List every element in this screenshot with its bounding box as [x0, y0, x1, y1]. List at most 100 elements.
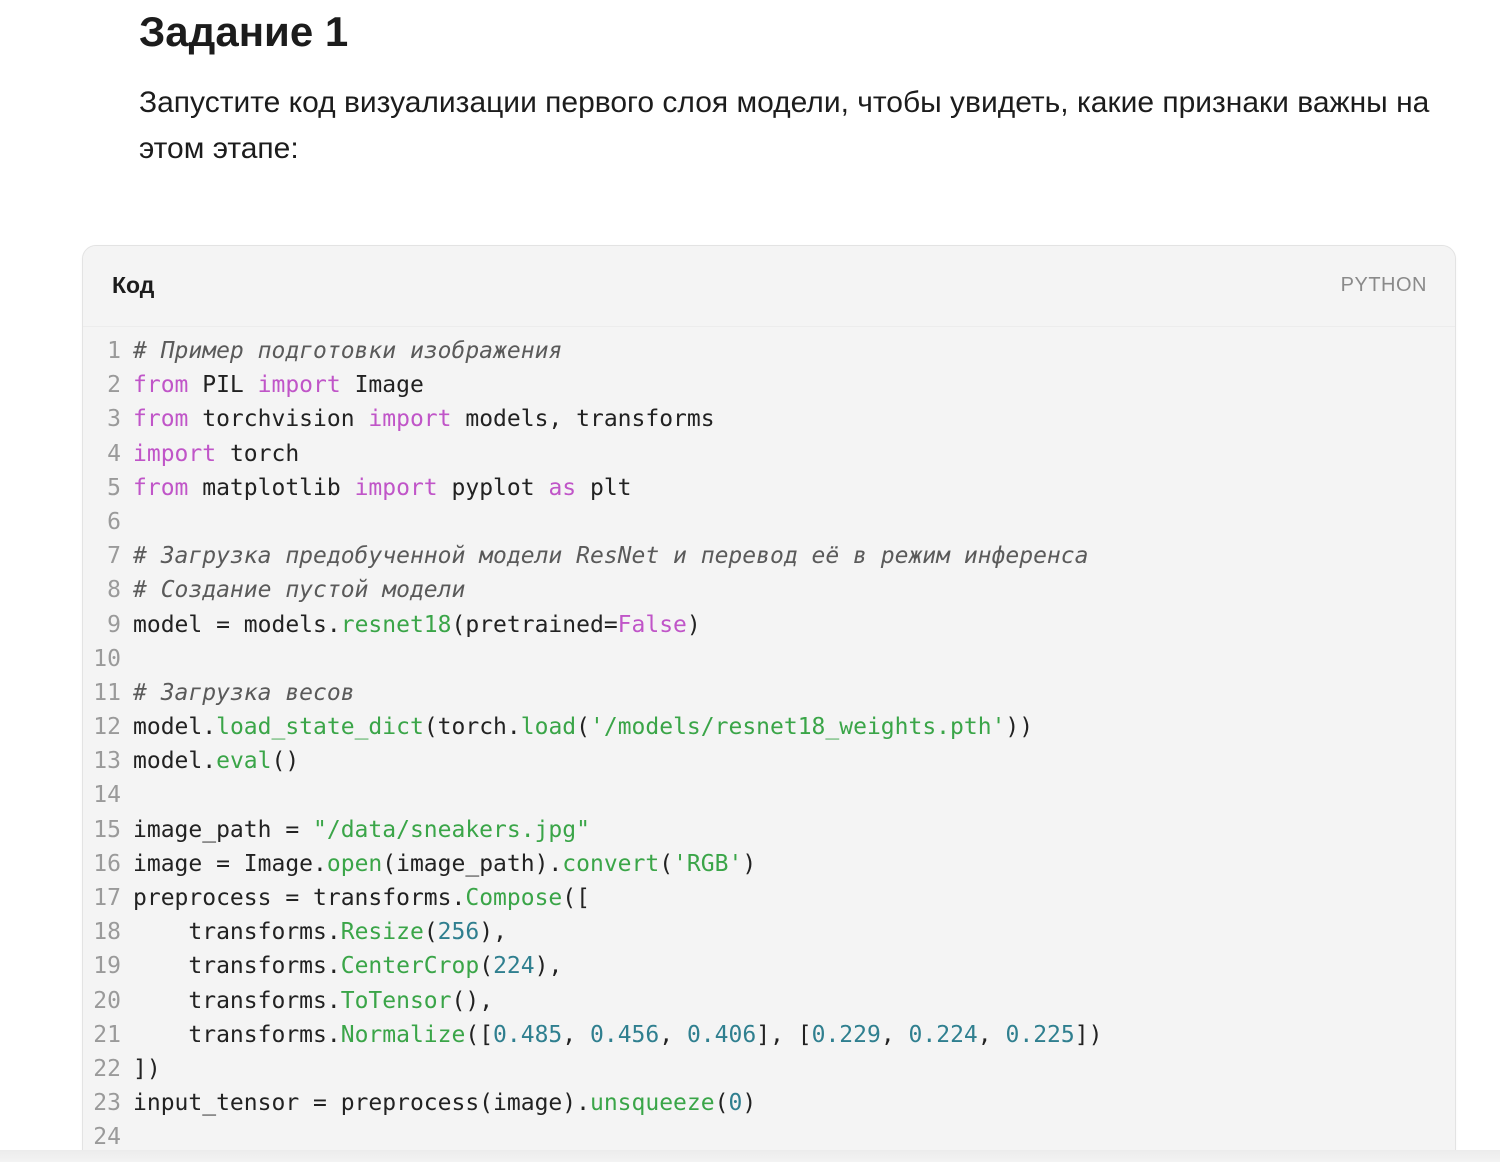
code-body[interactable]: 1 # Пример подготовки изображения 2 from PI…	[83, 334, 1455, 1155]
code-text: # Загрузка весов	[133, 676, 355, 710]
lesson-page: Задание 1 Запустите код визуализации пер…	[0, 0, 1500, 1162]
line-number: 18	[93, 919, 121, 946]
code-token-func: Resize	[340, 919, 424, 946]
code-token-plain: matplotlib	[188, 474, 355, 501]
code-token-plain: ,	[880, 1021, 909, 1048]
code-token-keyword: from	[133, 474, 189, 501]
code-token-plain: transforms.	[133, 987, 341, 1014]
code-token-keyword: False	[617, 611, 687, 638]
line-number: 8	[107, 577, 121, 604]
code-text: model = models.resnet18(pretrained=False…	[133, 608, 701, 642]
code-token-plain: (	[576, 714, 590, 741]
code-line: 4 import torch	[83, 437, 1455, 471]
line-number: 9	[107, 611, 121, 638]
code-token-func: Compose	[465, 885, 563, 911]
code-token-plain: ()	[271, 748, 300, 775]
code-text: model.eval()	[133, 744, 299, 778]
code-text: import torch	[133, 437, 299, 471]
code-token-plain: (	[714, 1090, 729, 1117]
line-number: 14	[93, 782, 121, 809]
code-token-plain: (),	[451, 987, 494, 1014]
line-number: 23	[93, 1090, 121, 1117]
code-language-label: PYTHON	[1340, 274, 1427, 296]
code-text: from PIL import Image	[133, 368, 424, 402]
code-text: model.load_state_dict(torch.load('/model…	[133, 710, 1033, 744]
code-token-number: 256	[437, 919, 480, 946]
code-token-plain: ])	[133, 1055, 161, 1082]
code-line: 21 transforms.Normalize([0.485, 0.456, 0…	[83, 1018, 1455, 1052]
code-token-plain: torch	[216, 440, 300, 467]
code-token-string: 'RGB'	[673, 850, 743, 877]
code-token-keyword: import	[257, 372, 341, 399]
code-text: ])	[133, 1052, 161, 1086]
page-bottom-divider	[0, 1150, 1500, 1162]
code-line: 3 from torchvision import models, transfo…	[83, 402, 1455, 436]
code-token-comment: # Пример подготовки изображения	[133, 338, 563, 364]
code-line: 7 # Загрузка предобученной модели ResNet …	[83, 539, 1455, 573]
code-token-func: CenterCrop	[340, 953, 480, 980]
line-number: 21	[93, 1021, 121, 1048]
code-token-plain: model.	[133, 714, 217, 741]
code-token-number: 0.229	[811, 1021, 881, 1048]
line-number: 3	[107, 406, 121, 433]
code-token-plain: (	[423, 919, 438, 946]
code-token-plain: (	[479, 953, 494, 980]
code-token-func: ToTensor	[340, 987, 452, 1014]
code-token-func: resnet18	[340, 611, 452, 638]
code-text: # Создание пустой модели	[133, 573, 465, 607]
code-text: input_tensor = preprocess(image).unsquee…	[133, 1086, 756, 1120]
code-token-plain: model = models.	[133, 611, 341, 638]
code-line: 2 from PIL import Image	[83, 368, 1455, 402]
code-token-plain: (torch.	[423, 714, 521, 741]
task-description: Запустите код визуализации первого слоя …	[139, 86, 1430, 165]
code-line: 18 transforms.Resize(256),	[83, 915, 1455, 949]
code-token-plain: ([	[562, 885, 590, 911]
line-number: 1	[107, 338, 121, 364]
code-token-func: load	[520, 714, 577, 741]
line-number: 6	[107, 508, 121, 535]
code-token-number: 0.225	[1005, 1021, 1075, 1048]
code-token-string: "/data/sneakers.jpg"	[313, 816, 590, 843]
task-title: Задание 1	[139, 8, 349, 55]
code-line: 1 # Пример подготовки изображения	[83, 334, 1455, 368]
code-text: transforms.Normalize([0.485, 0.456, 0.40…	[133, 1018, 1102, 1052]
code-line: 14	[83, 778, 1455, 812]
code-line: 5 from matplotlib import pyplot as plt	[83, 471, 1455, 505]
code-text: from torchvision import models, transfor…	[133, 402, 715, 436]
code-line: 15 image_path = "/data/sneakers.jpg"	[83, 813, 1455, 847]
code-token-plain: transforms.	[133, 953, 341, 980]
line-number: 7	[107, 543, 121, 570]
code-token-func: eval	[216, 748, 272, 775]
line-number: 13	[93, 748, 121, 775]
code-block[interactable]: Код PYTHON 1 # Пример подготовки изображе…	[82, 245, 1456, 1162]
line-number: 19	[93, 953, 121, 980]
code-token-plain: ], [	[756, 1021, 812, 1048]
code-line: 17 preprocess = transforms.Compose([	[83, 881, 1455, 915]
line-number: 2	[107, 372, 121, 399]
line-number: 16	[93, 850, 121, 877]
code-block-title: Код	[112, 272, 155, 298]
code-line: 23 input_tensor = preprocess(image).unsqu…	[83, 1086, 1455, 1120]
code-token-keyword: as	[548, 474, 577, 501]
code-token-plain: model.	[133, 748, 217, 775]
code-token-plain: ),	[534, 953, 563, 980]
code-token-string: '/models/resnet18_weights.pth'	[590, 714, 1006, 741]
code-token-plain: ,	[659, 1021, 687, 1048]
line-number: 11	[93, 679, 121, 706]
code-token-plain: image = Image.	[133, 850, 327, 877]
code-token-comment: # Создание пустой модели	[133, 577, 466, 604]
code-token-plain: )	[742, 1090, 757, 1117]
code-token-plain: preprocess = transforms.	[133, 885, 466, 911]
code-token-plain: ])	[1074, 1021, 1103, 1048]
code-token-keyword: from	[133, 372, 189, 399]
code-token-number: 0.456	[590, 1021, 660, 1048]
line-number: 22	[93, 1055, 121, 1082]
code-line: 16 image = Image.open(image_path).convert…	[83, 847, 1455, 881]
code-token-plain: ),	[479, 919, 507, 946]
code-token-plain: plt	[576, 474, 632, 501]
code-line: 8 # Создание пустой модели	[83, 573, 1455, 607]
code-text: preprocess = transforms.Compose([	[133, 881, 590, 915]
code-token-plain: models, transforms	[451, 406, 715, 433]
code-token-plain: ))	[1005, 714, 1034, 741]
code-text: image_path = "/data/sneakers.jpg"	[133, 813, 590, 847]
